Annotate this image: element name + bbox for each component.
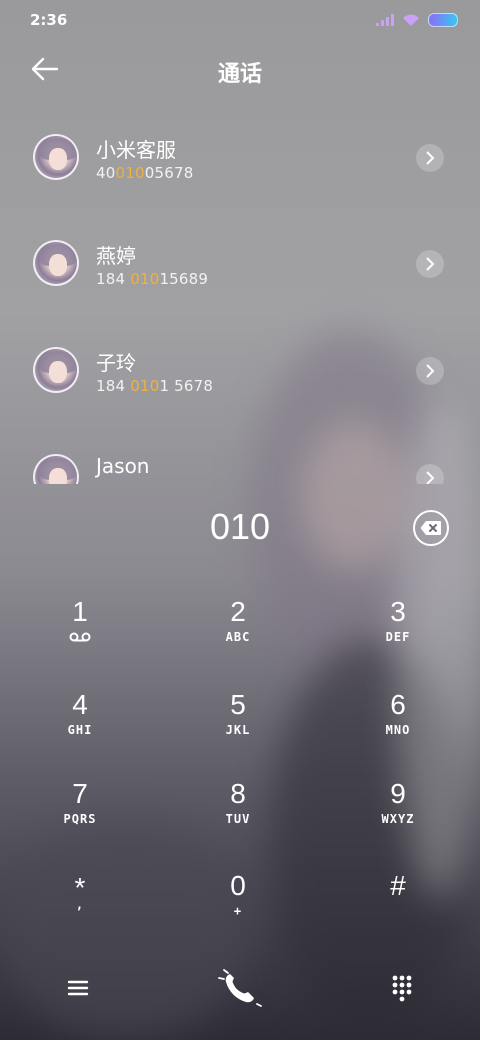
key-letters: DEF <box>385 630 411 644</box>
key-digit: 0 <box>230 870 246 901</box>
key-letters: TUV <box>225 812 251 826</box>
key-digit: 9 <box>390 778 406 809</box>
contact-details-button[interactable] <box>416 250 444 278</box>
contact-name: 小米客服 <box>96 138 176 162</box>
dialed-number: 010 <box>209 506 271 547</box>
dialpad-icon[interactable] <box>390 974 414 1002</box>
contact-name: 燕婷 <box>96 244 136 268</box>
battery-icon <box>428 13 458 27</box>
avatar <box>33 240 79 286</box>
key-3[interactable]: 3 DEF <box>318 596 478 686</box>
key-star[interactable]: * , <box>0 872 160 962</box>
key-0[interactable]: 0 + <box>158 870 318 960</box>
key-1[interactable]: 1 <box>0 596 160 686</box>
key-letters: GHI <box>67 723 93 737</box>
contact-details-button[interactable] <box>416 357 444 385</box>
key-4[interactable]: 4 GHI <box>0 689 160 779</box>
key-digit: 8 <box>230 778 246 809</box>
key-digit: 5 <box>230 689 246 720</box>
key-digit: 1 <box>72 596 88 627</box>
phone-icon[interactable] <box>216 966 264 1010</box>
chevron-right-icon <box>426 471 435 484</box>
avatar <box>33 347 79 393</box>
avatar <box>33 134 79 180</box>
key-letters: PQRS <box>63 812 97 826</box>
chevron-right-icon <box>426 257 435 271</box>
key-letters: JKL <box>225 723 251 737</box>
status-bar: 2:36 <box>0 0 480 42</box>
key-2[interactable]: 2 ABC <box>158 596 318 686</box>
key-digit: 4 <box>72 689 88 720</box>
wifi-icon <box>403 14 419 26</box>
status-time: 2:36 <box>30 11 68 29</box>
contact-number: 184 0101 5678 <box>96 377 214 395</box>
contact-row[interactable]: 燕婷 184 01015689 <box>0 210 480 310</box>
header: 通话 <box>0 42 480 98</box>
bottom-bar <box>0 960 480 1020</box>
signal-icon <box>376 14 394 26</box>
key-digit: 2 <box>230 596 246 627</box>
contact-name: 子玲 <box>96 351 136 375</box>
key-hash[interactable]: # <box>318 870 478 960</box>
key-digit: 6 <box>390 689 406 720</box>
contact-number: 4001005678 <box>96 164 194 182</box>
key-letters: WXYZ <box>381 812 415 826</box>
status-icons <box>376 13 458 27</box>
avatar <box>33 454 79 484</box>
contact-row[interactable]: 子玲 184 0101 5678 <box>0 317 480 417</box>
chevron-right-icon <box>426 151 435 165</box>
page-title: 通话 <box>217 62 262 87</box>
hamburger-icon[interactable] <box>66 976 90 1000</box>
key-digit: 3 <box>390 596 406 627</box>
voicemail-icon <box>69 632 91 642</box>
key-5[interactable]: 5 JKL <box>158 689 318 779</box>
key-7[interactable]: 7 PQRS <box>0 778 160 868</box>
contact-details-button[interactable] <box>416 144 444 172</box>
key-9[interactable]: 9 WXYZ <box>318 778 478 868</box>
contact-details-button[interactable] <box>416 464 444 484</box>
chevron-right-icon <box>426 364 435 378</box>
contact-row[interactable]: Jason <box>0 424 480 484</box>
key-digit: # <box>390 870 406 901</box>
backspace-icon <box>420 521 441 535</box>
contact-row[interactable]: 小米客服 4001005678 <box>0 104 480 204</box>
key-digit: 7 <box>72 778 88 809</box>
key-letters: MNO <box>385 723 411 737</box>
key-6[interactable]: 6 MNO <box>318 689 478 779</box>
key-8[interactable]: 8 TUV <box>158 778 318 868</box>
key-letters: ABC <box>225 630 251 644</box>
contact-list: 小米客服 4001005678 燕婷 184 01015689 子玲 184 0… <box>0 104 480 484</box>
key-letters: + <box>233 904 243 918</box>
key-letters: , <box>75 898 85 912</box>
dial-display: 010 <box>0 502 480 558</box>
contact-name: Jason <box>96 454 150 478</box>
backspace-button[interactable] <box>413 510 449 546</box>
contact-number: 184 01015689 <box>96 270 209 288</box>
